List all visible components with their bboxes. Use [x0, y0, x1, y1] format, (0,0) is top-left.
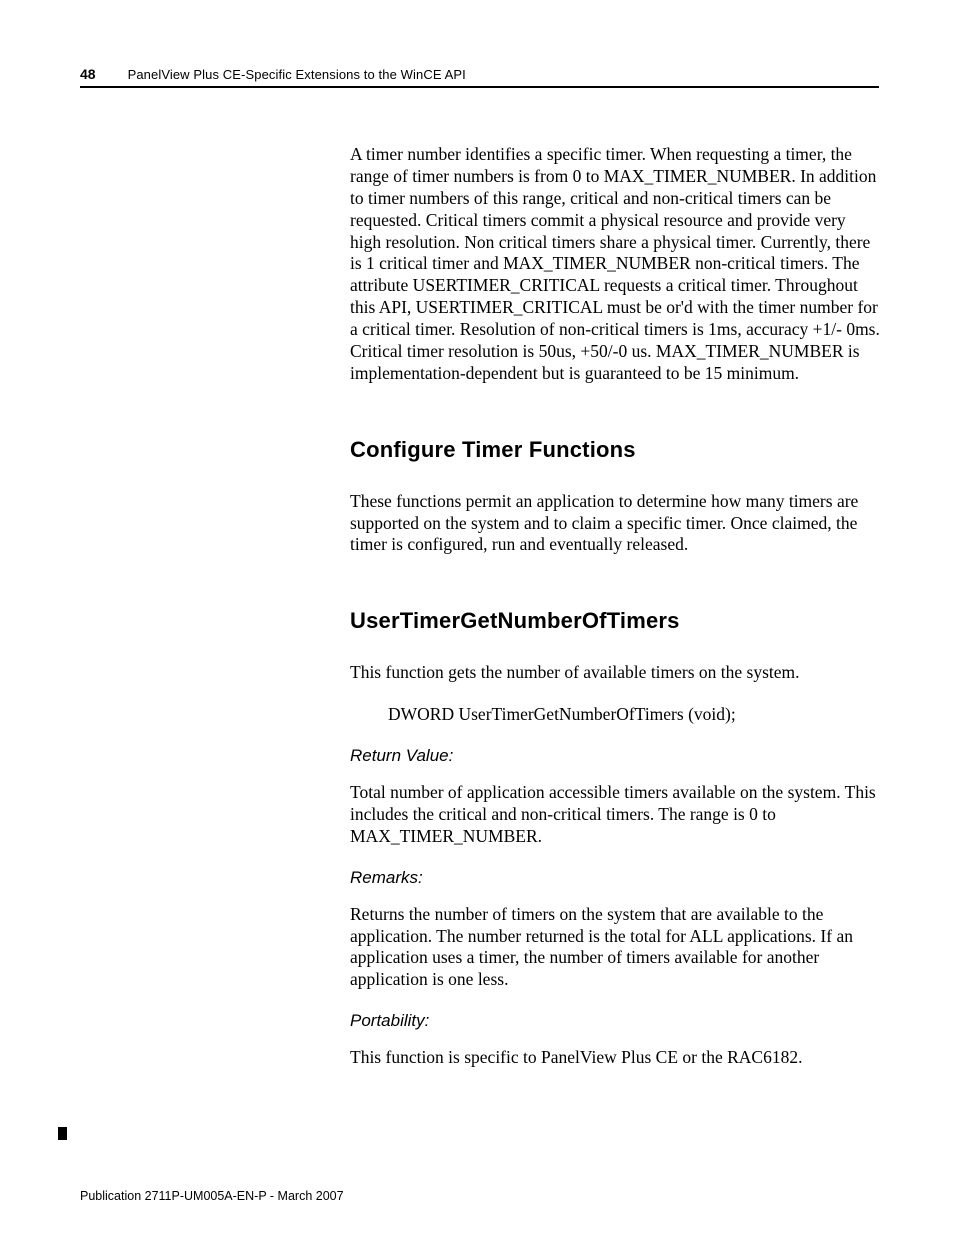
- function-signature: DWORD UserTimerGetNumberOfTimers (void);: [388, 704, 880, 726]
- section-heading-configure: Configure Timer Functions: [350, 437, 880, 463]
- remarks-text: Returns the number of timers on the syst…: [350, 904, 880, 992]
- publication-footer: Publication 2711P-UM005A-EN-P - March 20…: [80, 1189, 344, 1203]
- page-number: 48: [80, 66, 96, 82]
- return-value-text: Total number of application accessible t…: [350, 782, 880, 848]
- remarks-label: Remarks:: [350, 868, 880, 888]
- portability-label: Portability:: [350, 1011, 880, 1031]
- body-column: A timer number identifies a specific tim…: [350, 144, 880, 1069]
- document-page: 48 PanelView Plus CE-Specific Extensions…: [0, 0, 954, 1235]
- function-description: This function gets the number of availab…: [350, 662, 880, 684]
- section-heading-usertimer: UserTimerGetNumberOfTimers: [350, 608, 880, 634]
- return-value-label: Return Value:: [350, 746, 880, 766]
- page-header: 48 PanelView Plus CE-Specific Extensions…: [80, 66, 879, 88]
- intro-paragraph: A timer number identifies a specific tim…: [350, 144, 880, 385]
- portability-text: This function is specific to PanelView P…: [350, 1047, 880, 1069]
- change-bar-icon: [58, 1127, 67, 1140]
- header-title: PanelView Plus CE-Specific Extensions to…: [128, 67, 466, 82]
- section-paragraph: These functions permit an application to…: [350, 491, 880, 557]
